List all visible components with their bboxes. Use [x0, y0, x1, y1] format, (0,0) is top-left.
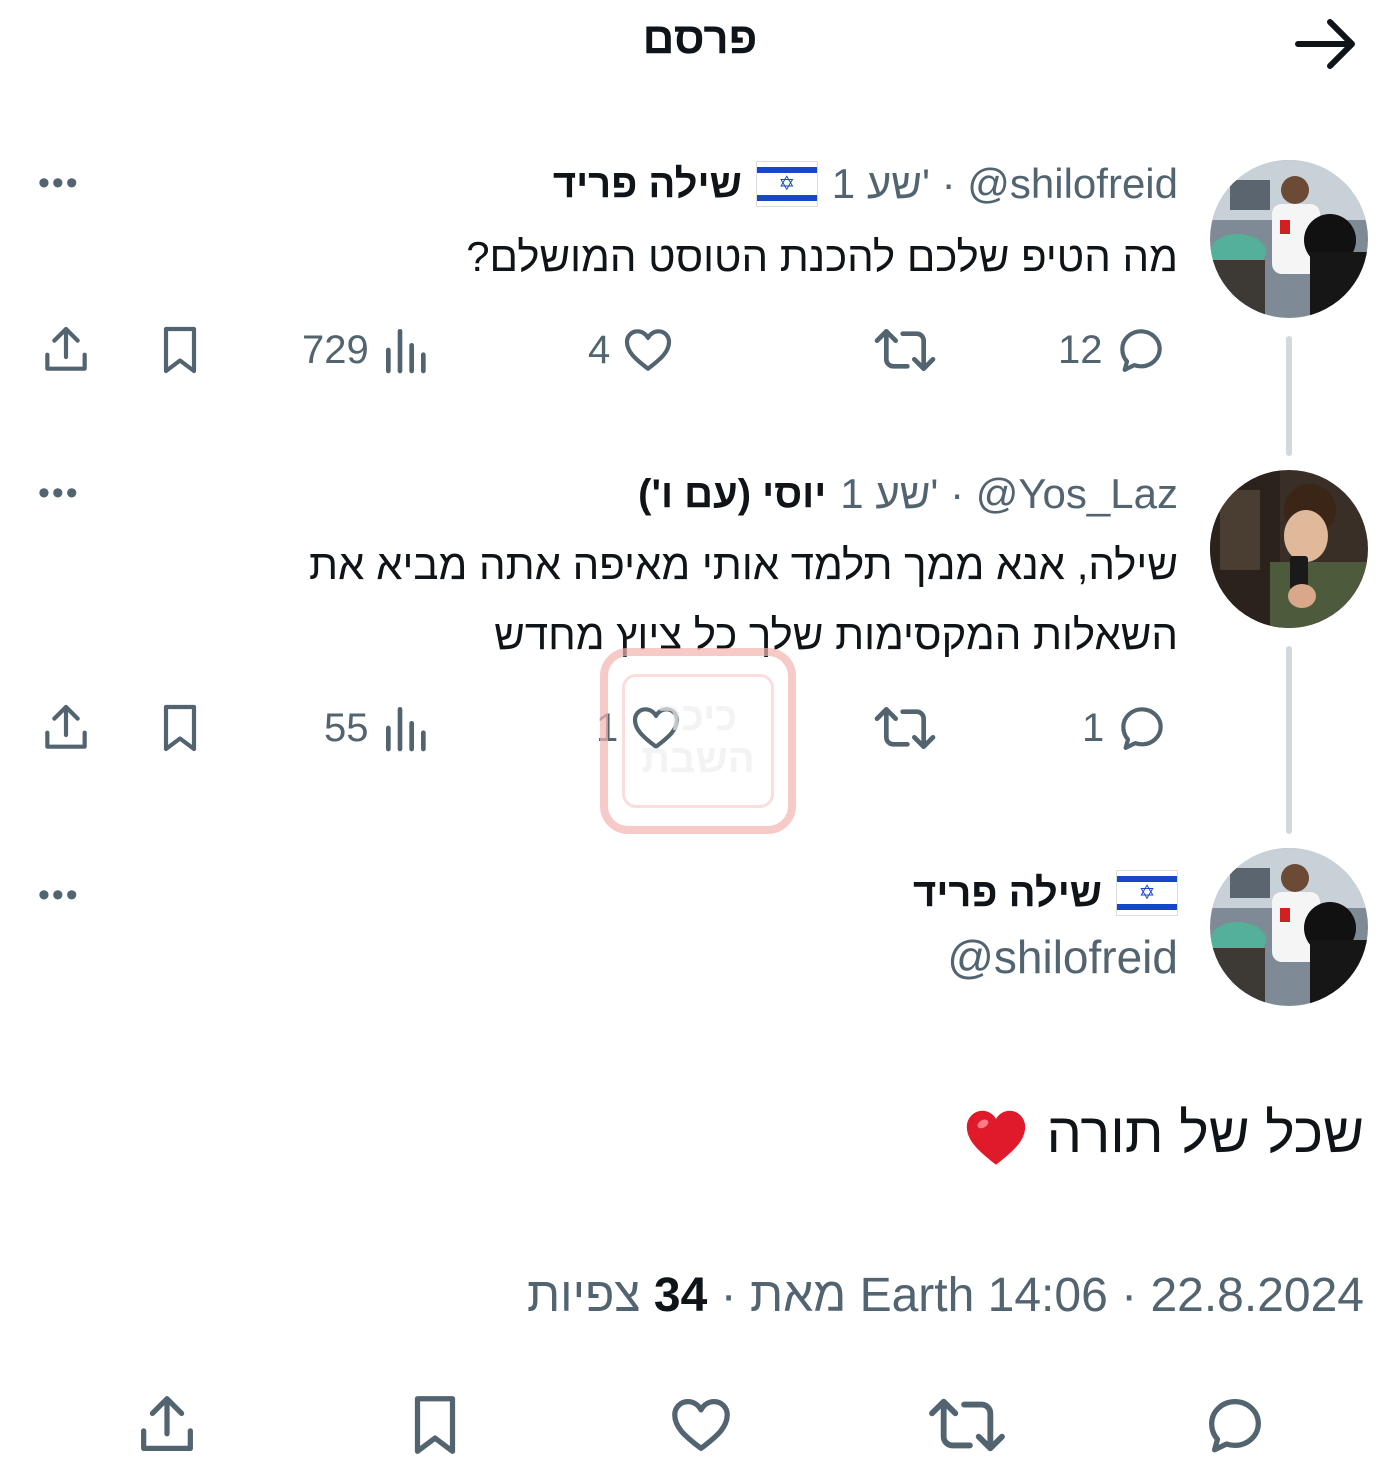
retweet-button[interactable] [926, 1390, 1008, 1460]
bookmark-icon [400, 1390, 470, 1460]
watermark-line: השבת [641, 737, 755, 781]
more-icon[interactable]: ••• [38, 474, 80, 513]
page-title: פרסם [642, 14, 758, 63]
post-author: שילה פריד ✡ [913, 870, 1178, 916]
post-meta: 22.8.2024 · 14:06 Earth מאת · 34 צפיות [527, 1269, 1364, 1322]
display-name[interactable]: יוסי (עם ו') [638, 472, 826, 517]
handle[interactable]: @shilofreid [947, 930, 1178, 984]
retweet-icon [872, 700, 938, 756]
views-icon [379, 700, 435, 756]
display-name[interactable]: שילה פריד [913, 871, 1102, 916]
more-icon[interactable]: ••• [38, 164, 80, 203]
bookmark-icon [152, 700, 208, 756]
thread-line [1286, 646, 1292, 834]
tweet-author: יוסי (עם ו') 1 שע' · @Yos_Laz [638, 470, 1178, 518]
reply-button[interactable]: 12 [1058, 322, 1169, 378]
like-button[interactable]: 4 [588, 322, 676, 378]
handle-time[interactable]: 1 שע' · @shilofreid [832, 160, 1178, 208]
reply-icon [1114, 700, 1170, 756]
reply-button[interactable]: 1 [1082, 700, 1170, 756]
like-icon [666, 1390, 736, 1460]
more-icon[interactable]: ••• [38, 876, 80, 915]
bookmark-button[interactable] [400, 1390, 470, 1460]
thread-line [1286, 336, 1292, 456]
retweet-icon [872, 322, 938, 378]
share-icon [132, 1390, 202, 1460]
bookmark-button[interactable] [152, 700, 208, 756]
avatar[interactable] [1210, 160, 1368, 318]
post-source: Earth מאת [749, 1269, 975, 1322]
post-handle-row: @shilofreid [947, 930, 1178, 984]
bookmark-button[interactable] [152, 322, 208, 378]
post-text-content: שכל של תורה [1046, 1101, 1364, 1164]
reply-icon [1200, 1390, 1270, 1460]
post-text: שכל של תורה [955, 1100, 1364, 1172]
avatar[interactable] [1210, 470, 1368, 628]
tweet-text-line: שילה, אנא ממך תלמד אותי מאיפה אתה מביא א… [309, 541, 1178, 588]
views-count: 729 [302, 327, 369, 372]
handle-time[interactable]: 1 שע' · @Yos_Laz [840, 470, 1178, 518]
like-button[interactable] [666, 1390, 736, 1460]
like-count: 4 [588, 327, 611, 372]
post-time[interactable]: 14:06 [988, 1269, 1108, 1322]
reply-count: 1 [1082, 705, 1105, 750]
like-icon [620, 322, 676, 378]
retweet-button[interactable] [872, 322, 948, 378]
israel-flag-icon: ✡ [755, 161, 818, 207]
share-button[interactable] [132, 1390, 202, 1460]
views-icon [379, 322, 435, 378]
share-icon [38, 700, 94, 756]
post-date[interactable]: 22.8.2024 [1150, 1269, 1364, 1322]
share-button[interactable] [38, 700, 94, 756]
share-icon [38, 322, 94, 378]
tweet-text-line: מה הטיפ שלכם להכנת הטוסט המושלם? [466, 233, 1178, 280]
views-button[interactable]: 729 [302, 322, 435, 378]
red-heart-icon [961, 1102, 1031, 1172]
reply-icon [1113, 322, 1169, 378]
views-label[interactable]: צפיות [527, 1269, 641, 1322]
avatar[interactable] [1210, 848, 1368, 1006]
reply-count: 12 [1058, 327, 1103, 372]
bookmark-icon [152, 322, 208, 378]
views-number: 34 [653, 1269, 708, 1322]
reply-button[interactable] [1200, 1390, 1270, 1460]
tweet-text: מה הטיפ שלכם להכנת הטוסט המושלם? [118, 222, 1178, 292]
watermark-line: כיכר [658, 695, 738, 739]
tweet-author: שילה פריד ✡ 1 שע' · @shilofreid [553, 160, 1178, 208]
views-count: 55 [324, 705, 369, 750]
views-button[interactable]: 55 [324, 700, 435, 756]
share-button[interactable] [38, 322, 94, 378]
israel-flag-icon: ✡ [1116, 870, 1178, 916]
retweet-icon [926, 1390, 1008, 1460]
display-name[interactable]: שילה פריד [553, 162, 742, 207]
watermark-logo: כיכר השבת [600, 648, 796, 834]
back-arrow-icon[interactable] [1290, 16, 1362, 72]
retweet-button[interactable] [872, 700, 948, 756]
